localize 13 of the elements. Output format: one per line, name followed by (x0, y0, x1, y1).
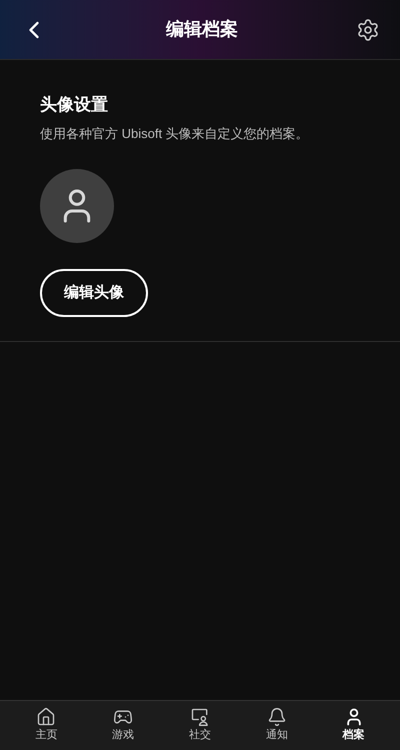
bell-icon (266, 707, 287, 728)
nav-tab[interactable]: 通知 (246, 707, 307, 744)
chat-person-icon (190, 707, 210, 728)
nav-tab[interactable]: 档案 (324, 707, 384, 744)
nav-tab[interactable]: 主页 (16, 707, 76, 744)
page-title: 编辑档案 (166, 18, 238, 41)
settings-icon[interactable] (356, 18, 380, 42)
home-icon (36, 707, 56, 728)
section-description: 使用各种官方 Ubisoft 头像来自定义您的档案。 (40, 124, 309, 142)
edit-avatar-button[interactable]: 编辑头像 (40, 269, 148, 317)
nav-tab[interactable]: 社交 (170, 707, 230, 744)
nav-tab[interactable]: 游戏 (93, 707, 154, 744)
section-title: 头像设置 (40, 94, 108, 116)
